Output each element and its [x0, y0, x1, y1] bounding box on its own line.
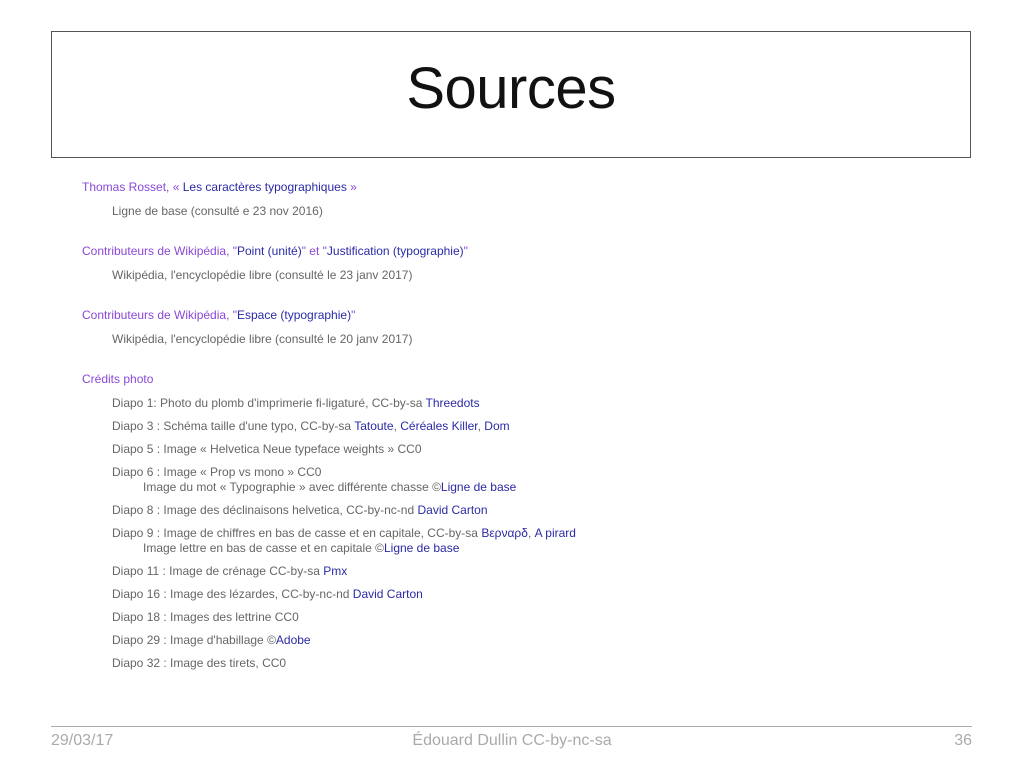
credit-line: Image du mot « Typographie » avec différ… — [112, 480, 982, 495]
credit-item: Diapo 18 : Images des lettrine CC0 — [82, 610, 982, 625]
credit-text: Diapo 6 : Image « Prop vs mono » CC0 — [112, 465, 322, 479]
credit-item: Diapo 16 : Image des lézardes, CC-by-nc-… — [82, 587, 982, 602]
credit-item: Diapo 5 : Image « Helvetica Neue typefac… — [82, 442, 982, 457]
slide-title: Sources — [406, 56, 616, 121]
credit-item: Diapo 1: Photo du plomb d'imprimerie fi-… — [82, 396, 982, 411]
footer-author: Édouard Dullin CC-by-nc-sa — [412, 732, 612, 749]
sources-list: Thomas Rosset, « Les caractères typograp… — [82, 180, 982, 679]
credit-link[interactable]: Ligne de base — [384, 541, 459, 555]
link-justification[interactable]: Justification (typographie) — [327, 244, 464, 258]
source-heading-wikipedia-point: Contributeurs de Wikipédia, "Point (unit… — [82, 244, 982, 259]
page-number: 36 — [954, 732, 972, 749]
credit-text: Diapo 29 : Image d'habillage © — [112, 633, 276, 647]
credits-heading: Crédits photo — [82, 372, 154, 386]
credit-line: Diapo 3 : Schéma taille d'une typo, CC-b… — [112, 419, 982, 434]
credit-item: Diapo 9 : Image de chiffres en bas de ca… — [82, 526, 982, 556]
title-box: Sources — [51, 31, 971, 158]
heading-text: » — [346, 180, 357, 194]
credit-item: Diapo 3 : Schéma taille d'une typo, CC-b… — [82, 419, 982, 434]
credit-item: Diapo 8 : Image des déclinaisons helveti… — [82, 503, 982, 518]
credits-list: Diapo 1: Photo du plomb d'imprimerie fi-… — [82, 396, 982, 671]
credit-text: Diapo 1: Photo du plomb d'imprimerie fi-… — [112, 396, 426, 410]
credit-link[interactable]: David Carton — [353, 587, 423, 601]
credit-item: Diapo 11 : Image de crénage CC-by-sa Pmx — [82, 564, 982, 579]
credit-line: Diapo 6 : Image « Prop vs mono » CC0 — [112, 465, 982, 480]
link-espace-typographie[interactable]: Espace (typographie) — [237, 308, 351, 322]
footer-divider — [51, 726, 972, 727]
source-heading-wikipedia-espace: Contributeurs de Wikipédia, "Espace (typ… — [82, 308, 982, 323]
credit-line: Diapo 11 : Image de crénage CC-by-sa Pmx — [112, 564, 982, 579]
credit-link[interactable]: Ligne de base — [441, 480, 516, 494]
credit-link[interactable]: Céréales Killer — [400, 419, 477, 433]
credit-text: Image lettre en bas de casse et en capit… — [143, 541, 384, 555]
source-heading-rosset: Thomas Rosset, « Les caractères typograp… — [82, 180, 982, 195]
credit-line: Diapo 32 : Image des tirets, CC0 — [112, 656, 982, 671]
source-detail-rosset: Ligne de base (consulté e 23 nov 2016) — [112, 204, 323, 218]
heading-text: Thomas Rosset, « — [82, 180, 183, 194]
credit-line: Diapo 18 : Images des lettrine CC0 — [112, 610, 982, 625]
credit-text: Diapo 8 : Image des déclinaisons helveti… — [112, 503, 418, 517]
credit-text: , — [527, 526, 535, 540]
source-detail-wikipedia-espace: Wikipédia, l'encyclopédie libre (consult… — [112, 332, 413, 346]
credit-link[interactable]: Dom — [484, 419, 509, 433]
credit-item: Diapo 32 : Image des tirets, CC0 — [82, 656, 982, 671]
credit-item: Diapo 6 : Image « Prop vs mono » CC0 Imag… — [82, 465, 982, 495]
credit-line: Diapo 29 : Image d'habillage ©Adobe — [112, 633, 982, 648]
credit-link[interactable]: Βερναρδ — [481, 526, 528, 540]
credit-text: Diapo 5 : Image « Helvetica Neue typefac… — [112, 442, 422, 456]
credit-link[interactable]: Pmx — [323, 564, 347, 578]
heading-text: " et " — [301, 244, 327, 258]
credit-text: Diapo 11 : Image de crénage CC-by-sa — [112, 564, 324, 578]
credit-link[interactable]: Tatoute — [354, 419, 393, 433]
credit-link[interactable]: Threedots — [426, 396, 480, 410]
heading-text: Contributeurs de Wikipédia, " — [82, 308, 237, 322]
credit-text: Diapo 3 : Schéma taille d'une typo, CC-b… — [112, 419, 355, 433]
credit-link[interactable]: David Carton — [417, 503, 487, 517]
credit-line: Diapo 16 : Image des lézardes, CC-by-nc-… — [112, 587, 982, 602]
credit-item: Diapo 29 : Image d'habillage ©Adobe — [82, 633, 982, 648]
credit-text: Diapo 16 : Image des lézardes, CC-by-nc-… — [112, 587, 353, 601]
credit-link[interactable]: A pirard — [535, 526, 576, 540]
credit-line: Diapo 8 : Image des déclinaisons helveti… — [112, 503, 982, 518]
credit-line: Image lettre en bas de casse et en capit… — [112, 541, 982, 556]
heading-text: Contributeurs de Wikipédia, " — [82, 244, 237, 258]
link-caracteres-typographiques[interactable]: Les caractères typographiques — [183, 180, 347, 194]
heading-text: " — [463, 244, 468, 258]
credit-text: Diapo 32 : Image des tirets, CC0 — [112, 656, 287, 670]
heading-text: " — [351, 308, 356, 322]
credit-link[interactable]: Adobe — [276, 633, 311, 647]
link-point-unite[interactable]: Point (unité) — [237, 244, 302, 258]
credit-line: Diapo 1: Photo du plomb d'imprimerie fi-… — [112, 396, 982, 411]
credit-line: Diapo 5 : Image « Helvetica Neue typefac… — [112, 442, 982, 457]
source-detail-wikipedia-point: Wikipédia, l'encyclopédie libre (consult… — [112, 268, 413, 282]
credit-text: Diapo 9 : Image de chiffres en bas de ca… — [112, 526, 482, 540]
credit-text: Diapo 18 : Images des lettrine CC0 — [112, 610, 299, 624]
credit-line: Diapo 9 : Image de chiffres en bas de ca… — [112, 526, 982, 541]
credit-text: Image du mot « Typographie » avec différ… — [143, 480, 441, 494]
